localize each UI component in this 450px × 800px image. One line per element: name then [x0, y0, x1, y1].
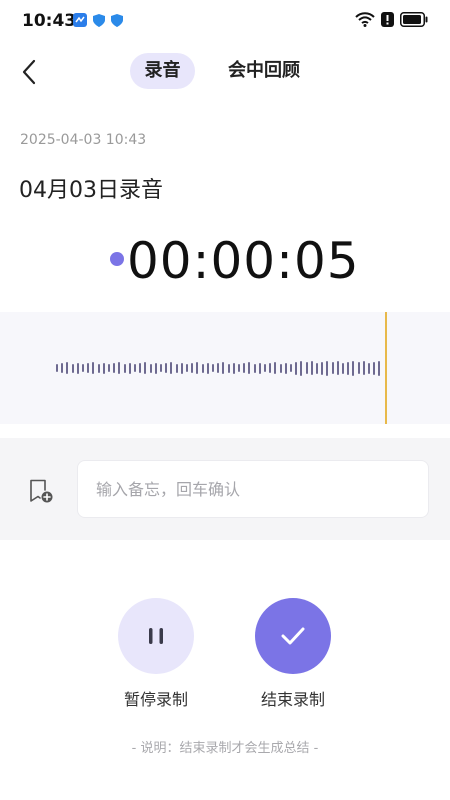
waveform-bar [165, 363, 168, 373]
waveform-bar [373, 361, 376, 375]
waveform-bar [180, 362, 183, 374]
recording-datetime: 2025-04-03 10:43 [20, 132, 147, 148]
pause-control: 暂停录制 [118, 598, 194, 709]
waveform-bar [113, 363, 116, 373]
recording-indicator [110, 252, 124, 266]
waveform-bar [310, 361, 313, 375]
waveform-bar [368, 362, 370, 374]
app-notification-icon [73, 13, 87, 27]
pause-button[interactable] [118, 598, 194, 674]
waveform-bar [97, 363, 100, 373]
pause-icon [149, 628, 163, 644]
back-button[interactable] [14, 57, 44, 87]
tab-recording[interactable]: 录音 [130, 53, 195, 89]
finish-button[interactable] [255, 598, 331, 674]
waveform-bar [108, 364, 110, 372]
recording-title: 04月03日录音 [19, 178, 163, 203]
waveform-bar [347, 361, 350, 375]
waveform-bar [56, 364, 58, 372]
waveform-bar [253, 363, 256, 373]
timer-row: 00:00:05 [110, 228, 360, 294]
waveform-bar [175, 363, 178, 373]
waveform-bar [217, 363, 220, 373]
waveform-bar [269, 363, 272, 373]
alert-icon [381, 12, 394, 27]
waveform-bar [87, 363, 90, 373]
waveform-bar [134, 364, 136, 372]
waveform-bar [342, 362, 344, 374]
waveform-bar [378, 360, 381, 376]
check-icon [281, 627, 305, 645]
shield-icon [93, 13, 105, 27]
waveform-bar [222, 362, 225, 374]
waveform-bar [128, 362, 131, 374]
waveform-bar [316, 362, 318, 374]
waveform-bar [71, 363, 74, 373]
elapsed-timer: 00:00:05 [127, 232, 360, 290]
waveform-bar [264, 364, 266, 372]
waveform-bar [279, 363, 282, 373]
status-time: 10:43 [22, 11, 77, 31]
waveform-bar [290, 364, 292, 372]
waveform-bar [66, 362, 69, 374]
memo-input[interactable] [77, 460, 429, 518]
chevron-left-icon [22, 59, 36, 85]
waveform-bar [102, 362, 105, 374]
waveform-bar [248, 362, 251, 374]
waveform-bar [92, 362, 95, 374]
waveform-bar [258, 362, 261, 374]
footer-note: - 说明：结束录制才会生成总结 - [131, 741, 319, 756]
waveform-bar [305, 362, 308, 374]
waveform-bar [352, 360, 355, 376]
waveform-bar [154, 362, 157, 374]
waveform-bar [357, 362, 360, 374]
waveform-bar [170, 362, 173, 374]
waveform-bar [144, 362, 147, 374]
waveform-bar [196, 362, 199, 374]
status-icons-right [355, 12, 428, 27]
waveform-bar [123, 363, 126, 373]
top-nav: 录音 会中回顾 [0, 50, 450, 94]
waveform-bar [284, 362, 287, 374]
waveform [0, 312, 450, 424]
waveform-bar [331, 362, 334, 374]
waveform-bar [295, 361, 298, 375]
waveform-bar [82, 364, 84, 372]
playhead [385, 312, 387, 424]
waveform-bar [191, 363, 194, 373]
shield-icon [111, 13, 123, 27]
waveform-bar [76, 362, 79, 374]
waveform-bar [118, 362, 121, 374]
waveform-bar [232, 362, 235, 374]
waveform-bar [61, 363, 64, 373]
waveform-bar [149, 363, 152, 373]
status-bar: 10:43 [0, 0, 450, 40]
battery-icon [400, 12, 428, 27]
wifi-icon [355, 12, 375, 27]
waveform-bar [206, 362, 209, 374]
waveform-bar [201, 363, 204, 373]
waveform-bar [227, 363, 230, 373]
waveform-bar [362, 361, 365, 375]
waveform-bar [238, 364, 240, 372]
waveform-bar [243, 363, 246, 373]
bookmark-add-icon[interactable] [28, 478, 54, 504]
waveform-bar [212, 364, 214, 372]
finish-control: 结束录制 [255, 598, 331, 709]
memo-section [0, 438, 450, 540]
waveform-bar [160, 364, 162, 372]
waveform-bar [139, 363, 142, 373]
finish-label: 结束录制 [260, 690, 325, 709]
status-icons-left [73, 13, 123, 27]
waveform-bar [186, 364, 188, 372]
waveform-bar [326, 360, 329, 376]
tab-meeting-review[interactable]: 会中回顾 [228, 53, 300, 89]
pause-label: 暂停录制 [123, 690, 188, 709]
waveform-bar [300, 360, 303, 376]
waveform-bar [336, 361, 339, 375]
waveform-bar [274, 362, 277, 374]
waveform-bar [321, 361, 324, 375]
